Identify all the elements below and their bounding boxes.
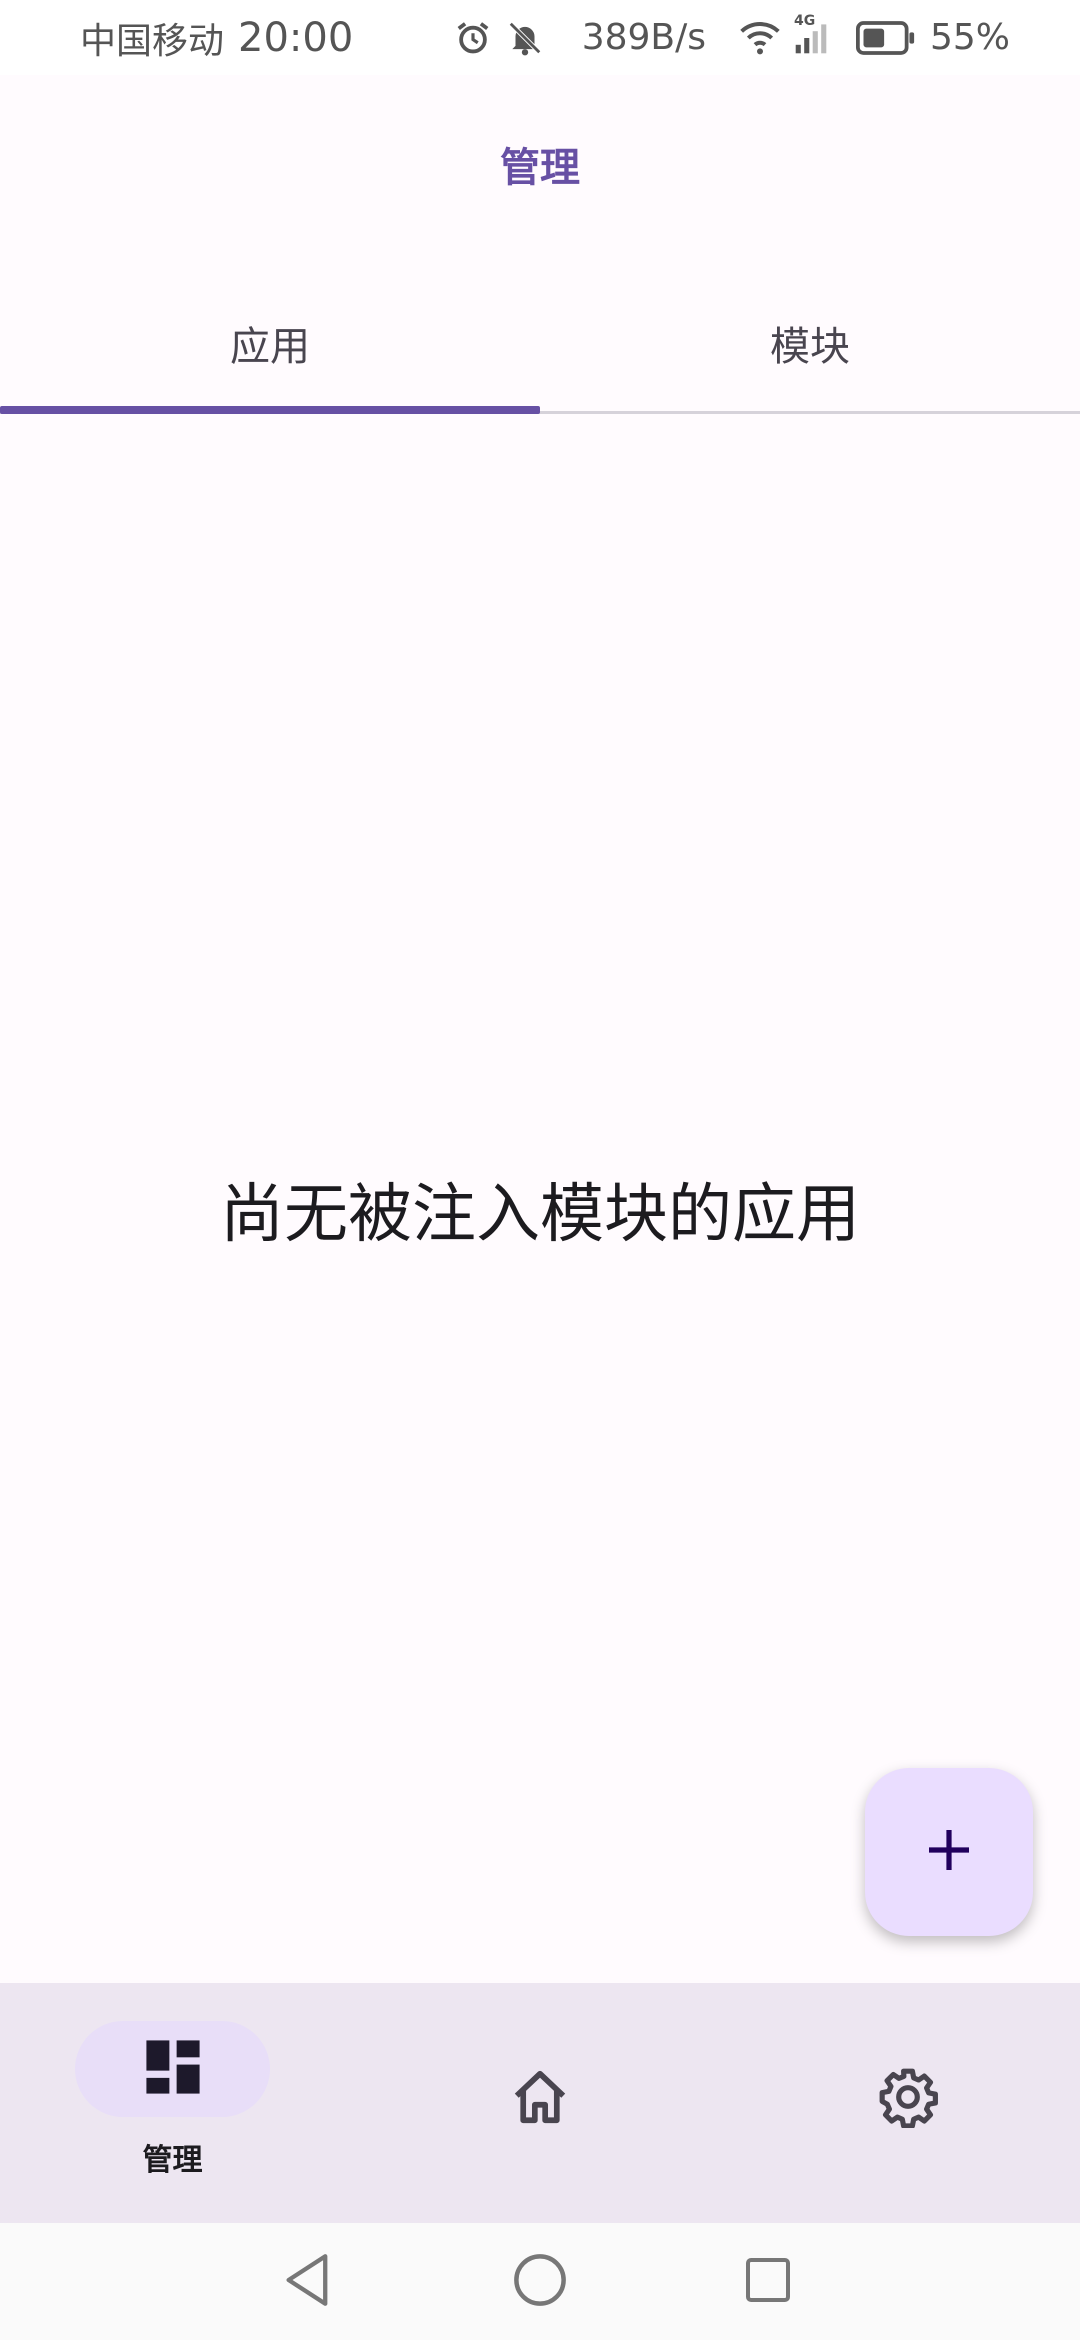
bell-off-icon: [506, 19, 544, 57]
plus-icon: [925, 1826, 973, 1878]
network-type: 4G: [793, 12, 816, 29]
tab-bar: 应用 模块: [0, 285, 1080, 415]
status-right: 389B/s 4G 55%: [454, 13, 1010, 58]
tab-indicator: [0, 406, 540, 414]
status-bar: 中国移动 20:00 389B/s 4G 55%: [0, 0, 1080, 75]
dashboard-icon: [144, 2038, 202, 2100]
system-home-button[interactable]: [480, 2223, 600, 2340]
alarm-icon: [454, 19, 492, 57]
clock: 20:00: [238, 14, 354, 61]
screen: 中国移动 20:00 389B/s 4G 55% 管理 应用 模块 尚无被注入模…: [0, 0, 1080, 2340]
system-navigation-bar: [0, 2223, 1080, 2340]
empty-state-message: 尚无被注入模块的应用: [220, 1178, 860, 1252]
tab-modules[interactable]: 模块: [540, 285, 1080, 401]
system-recents-button[interactable]: [708, 2223, 828, 2340]
carrier-name: 中国移动: [80, 20, 225, 62]
nav-label-manage: 管理: [142, 2143, 203, 2178]
system-back-button[interactable]: [248, 2223, 368, 2340]
nav-active-indicator: [75, 2021, 270, 2117]
network-speed: 389B/s: [581, 17, 706, 58]
back-icon: [282, 2252, 334, 2312]
status-left: 中国移动 20:00: [80, 12, 353, 64]
signal-icon: 4G: [794, 13, 828, 55]
home-icon: [509, 2066, 571, 2132]
recents-icon: [744, 2256, 792, 2308]
nav-item-settings[interactable]: [858, 1983, 958, 2223]
nav-item-manage[interactable]: 管理: [75, 1983, 270, 2223]
page-title: 管理: [500, 145, 580, 191]
bottom-navigation: 管理: [0, 1983, 1080, 2223]
tab-apps[interactable]: 应用: [0, 285, 540, 401]
nav-item-home[interactable]: [490, 1983, 590, 2223]
wifi-icon: [740, 21, 780, 55]
gear-icon: [877, 2066, 939, 2132]
battery-percent: 55%: [929, 17, 1010, 58]
add-button[interactable]: [865, 1768, 1033, 1936]
battery-icon: [855, 20, 916, 55]
home-circle-icon: [513, 2253, 567, 2311]
